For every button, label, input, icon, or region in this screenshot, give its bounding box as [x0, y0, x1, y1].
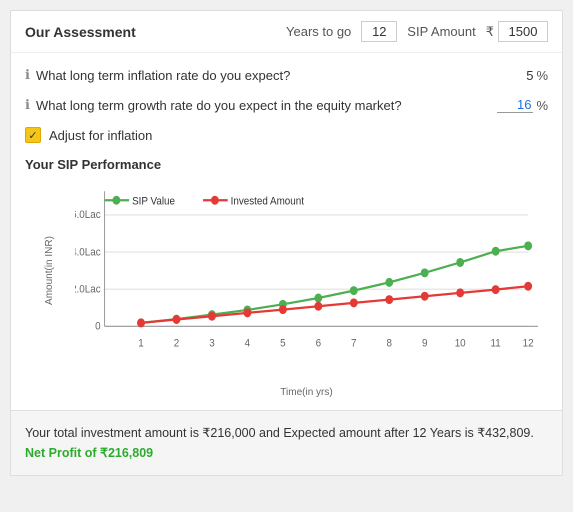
svg-text:5: 5: [280, 337, 286, 350]
svg-text:3: 3: [209, 337, 215, 350]
info-icon-2[interactable]: ℹ: [25, 97, 30, 113]
svg-text:7: 7: [351, 337, 357, 350]
main-card: Our Assessment Years to go 12 SIP Amount…: [10, 10, 563, 476]
svg-text:9: 9: [422, 337, 428, 350]
svg-text:6: 6: [316, 337, 322, 350]
svg-text:10: 10: [455, 337, 466, 350]
adjust-inflation-label: Adjust for inflation: [49, 128, 152, 143]
card-title: Our Assessment: [25, 24, 286, 40]
svg-text:2.0Lac: 2.0Lac: [75, 283, 101, 296]
info-icon-1[interactable]: ℹ: [25, 67, 30, 83]
sip-amount-group: ₹ 1500: [486, 21, 548, 42]
svg-text:0: 0: [95, 320, 101, 333]
svg-text:12: 12: [523, 337, 534, 350]
adjust-inflation-row: ✓ Adjust for inflation: [25, 127, 548, 143]
checkmark-icon: ✓: [28, 129, 37, 142]
adjust-inflation-checkbox[interactable]: ✓: [25, 127, 41, 143]
svg-text:1: 1: [138, 337, 144, 350]
question-2-text: What long term growth rate do you expect…: [36, 98, 487, 113]
header: Our Assessment Years to go 12 SIP Amount…: [11, 11, 562, 53]
question-1-text: What long term inflation rate do you exp…: [36, 68, 503, 83]
question-1-row: ℹ What long term inflation rate do you e…: [25, 67, 548, 83]
header-fields: Years to go 12 SIP Amount ₹ 1500: [286, 21, 548, 42]
svg-text:2: 2: [174, 337, 180, 350]
question-2-input[interactable]: [497, 97, 533, 113]
content: ℹ What long term inflation rate do you e…: [11, 53, 562, 410]
years-to-go-label: Years to go: [286, 24, 351, 39]
svg-text:4: 4: [245, 337, 251, 350]
years-to-go-value[interactable]: 12: [361, 21, 397, 42]
net-profit-text: Net Profit of ₹216,809: [25, 446, 153, 460]
rupee-symbol: ₹: [486, 24, 494, 40]
chart-svg: 0 2.0Lac 4.0Lac 6.0Lac 1 2 3 4 5 6 7 8 9…: [75, 180, 538, 360]
chart-container: Amount(in INR) 0 2.0Lac 4.0Lac 6.0Lac 1 …: [25, 180, 548, 400]
sip-amount-label: SIP Amount: [407, 24, 475, 39]
question-1-unit: %: [536, 68, 548, 83]
svg-text:8: 8: [387, 337, 393, 350]
footer: Your total investment amount is ₹216,000…: [11, 410, 562, 475]
question-1-value: 5: [513, 68, 533, 83]
y-axis-text: Amount(in INR): [44, 236, 55, 305]
chart-title: Your SIP Performance: [25, 157, 548, 172]
y-axis-label: Amount(in INR): [25, 180, 73, 360]
question-2-unit: %: [536, 98, 548, 113]
svg-text:SIP Value: SIP Value: [132, 195, 175, 208]
svg-text:6.0Lac: 6.0Lac: [75, 209, 101, 222]
footer-text: Your total investment amount is ₹216,000…: [25, 426, 534, 440]
x-axis-label: Time(in yrs): [75, 387, 538, 398]
svg-text:4.0Lac: 4.0Lac: [75, 246, 101, 259]
sip-amount-value[interactable]: 1500: [498, 21, 548, 42]
svg-text:11: 11: [491, 337, 501, 350]
svg-text:Invested Amount: Invested Amount: [231, 195, 304, 208]
question-2-row: ℹ What long term growth rate do you expe…: [25, 97, 548, 113]
